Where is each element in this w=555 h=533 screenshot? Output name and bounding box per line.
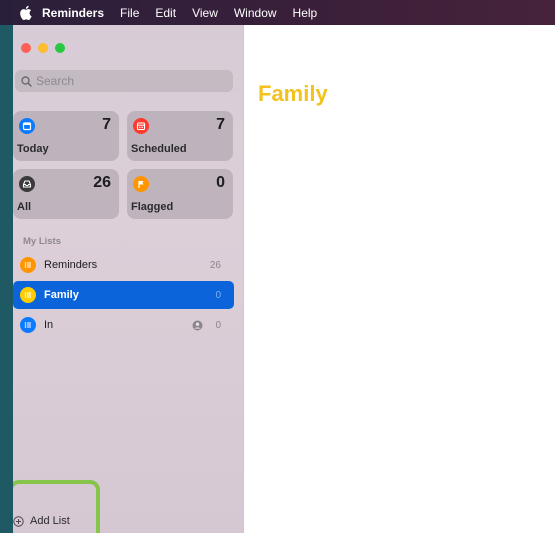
list-count: 26 — [209, 259, 221, 271]
apple-logo-icon[interactable] — [16, 4, 34, 22]
flagged-label: Flagged — [131, 201, 174, 213]
list-count: 0 — [215, 319, 221, 331]
close-window-button[interactable] — [21, 43, 31, 53]
flagged-count: 0 — [216, 174, 225, 191]
calendar-icon — [19, 118, 35, 134]
window-controls — [21, 43, 65, 53]
list-item-reminders[interactable]: Reminders 26 — [13, 251, 234, 279]
scheduled-label: Scheduled — [131, 143, 187, 155]
sidebar: 7 Today 7 Scheduled 26 All 0 Flagged My … — [13, 25, 244, 533]
shared-person-icon — [192, 320, 203, 331]
all-label: All — [17, 201, 32, 213]
smart-list-today[interactable]: 7 Today — [13, 111, 119, 161]
menu-bar: Reminders File Edit View Window Help — [0, 0, 555, 25]
list-count: 0 — [215, 289, 221, 301]
list-bullet-icon — [20, 287, 36, 303]
list-bullet-icon — [20, 257, 36, 273]
search-field[interactable] — [15, 70, 233, 92]
list-bullet-icon — [20, 317, 36, 333]
menu-window[interactable]: Window — [234, 6, 277, 20]
today-count: 7 — [102, 116, 111, 133]
list-name: In — [44, 319, 54, 331]
menu-app-name[interactable]: Reminders — [42, 6, 104, 20]
tray-icon — [19, 176, 35, 192]
search-icon — [21, 75, 32, 87]
search-input[interactable] — [36, 74, 216, 88]
add-list-highlight — [13, 480, 100, 533]
list-item-in[interactable]: In 0 — [13, 311, 234, 339]
calendar-grid-icon — [133, 118, 149, 134]
list-title: Family — [258, 81, 328, 106]
smart-list-scheduled[interactable]: 7 Scheduled — [127, 111, 233, 161]
list-item-family[interactable]: Family 0 — [13, 281, 234, 309]
reminders-window: 7 Today 7 Scheduled 26 All 0 Flagged My … — [13, 25, 555, 533]
list-name: Family — [44, 289, 79, 301]
zoom-window-button[interactable] — [55, 43, 65, 53]
smart-list-flagged[interactable]: 0 Flagged — [127, 169, 233, 219]
menu-help[interactable]: Help — [293, 6, 318, 20]
menu-edit[interactable]: Edit — [155, 6, 176, 20]
flag-icon — [133, 176, 149, 192]
menu-file[interactable]: File — [120, 6, 139, 20]
list-name: Reminders — [44, 259, 98, 271]
my-lists-heading: My Lists — [23, 236, 62, 247]
scheduled-count: 7 — [216, 116, 225, 133]
today-label: Today — [17, 143, 49, 155]
all-count: 26 — [93, 174, 111, 191]
smart-list-all[interactable]: 26 All — [13, 169, 119, 219]
minimize-window-button[interactable] — [38, 43, 48, 53]
menu-view[interactable]: View — [192, 6, 218, 20]
